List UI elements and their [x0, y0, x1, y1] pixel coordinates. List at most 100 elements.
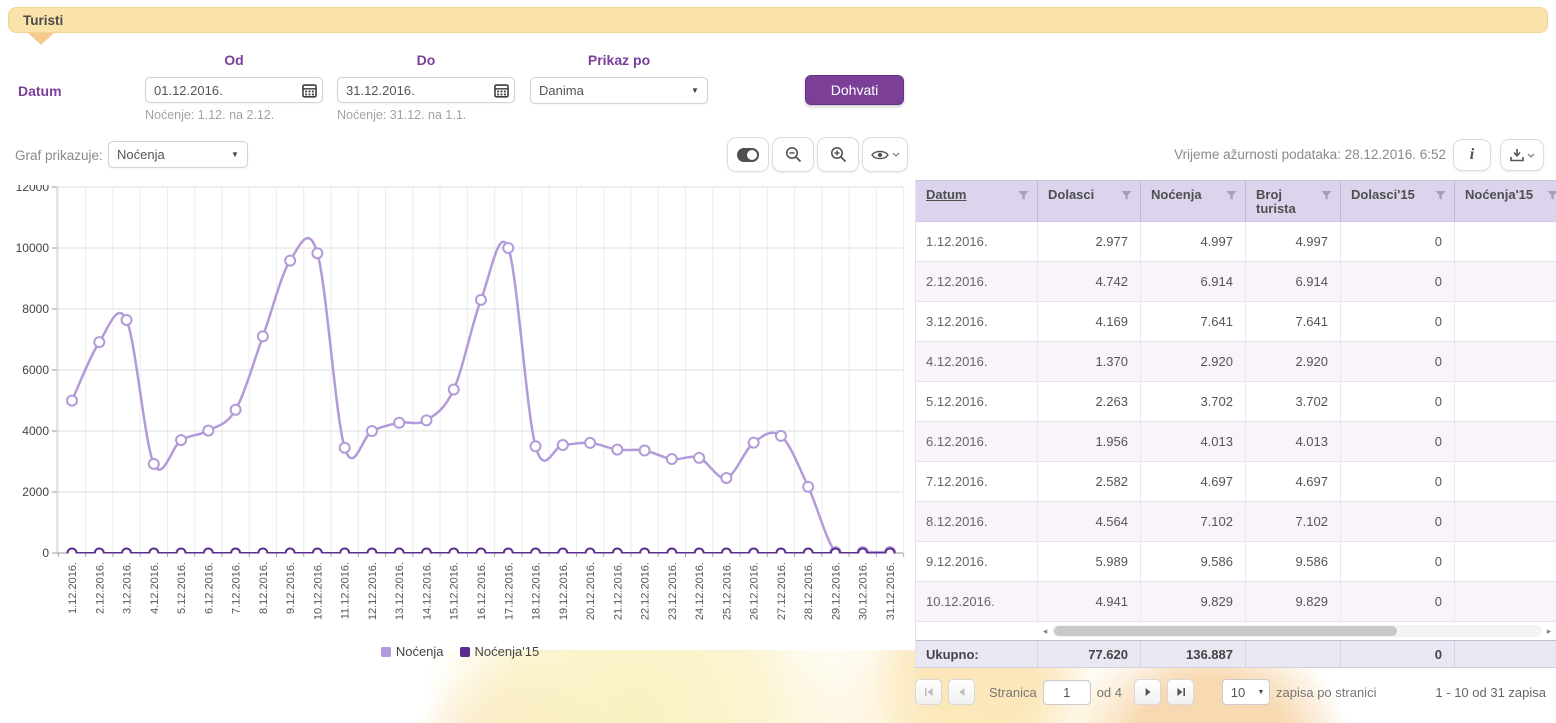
table-header: Datum Dolasci Noćenja Broj turista Dolasci'1…	[916, 180, 1556, 222]
scrollbar-track[interactable]	[1052, 625, 1542, 637]
date-from-field[interactable]: 01.12.2016.	[145, 77, 323, 103]
table-cell: 4.013	[1246, 422, 1341, 461]
column-header-4[interactable]: Dolasci'15	[1341, 181, 1455, 221]
table-cell: 4.997	[1141, 222, 1246, 261]
column-label[interactable]: Dolasci'15	[1351, 188, 1415, 221]
table-row[interactable]: 10.12.2016.4.9419.8299.8290	[916, 582, 1556, 622]
page-size-select[interactable]: 10 ▼	[1222, 679, 1270, 705]
table-cell: 0	[1341, 262, 1455, 301]
table-total-row: Ukupno:77.620136.8870	[916, 640, 1556, 668]
graf-prikazuje-label: Graf prikazuje:	[15, 148, 103, 163]
first-page-button[interactable]	[915, 679, 942, 705]
date-to-field[interactable]: 31.12.2016.	[337, 77, 515, 103]
column-label[interactable]: Datum	[926, 188, 966, 221]
table-cell: 7.12.2016.	[916, 462, 1038, 501]
chevron-down-icon	[892, 152, 900, 157]
filter-icon[interactable]	[1018, 190, 1029, 201]
column-header-5[interactable]: Noćenja'15	[1455, 181, 1556, 221]
column-header-2[interactable]: Noćenja	[1141, 181, 1246, 221]
tab-turisti[interactable]: Turisti	[8, 7, 1548, 33]
column-label[interactable]: Broj turista	[1256, 188, 1321, 221]
table-cell: 9.586	[1141, 542, 1246, 581]
date-to-value[interactable]: 31.12.2016.	[338, 83, 488, 98]
filter-icon[interactable]	[1226, 190, 1237, 201]
table-cell: 0	[1341, 382, 1455, 421]
visibility-menu-button[interactable]	[862, 137, 908, 172]
calendar-icon[interactable]	[488, 83, 514, 98]
table-cell: 4.12.2016.	[916, 342, 1038, 381]
filter-icon[interactable]	[1435, 190, 1446, 201]
calendar-icon[interactable]	[296, 83, 322, 98]
page-input[interactable]	[1043, 680, 1091, 705]
svg-text:10.12.2016.: 10.12.2016.	[312, 562, 324, 620]
column-label[interactable]: Noćenja	[1151, 188, 1202, 221]
table-row[interactable]: 7.12.2016.2.5824.6974.6970	[916, 462, 1556, 502]
zoom-out-icon	[785, 146, 802, 163]
svg-text:6000: 6000	[22, 363, 49, 377]
table-cell: 9.586	[1246, 542, 1341, 581]
table-row[interactable]: 9.12.2016.5.9899.5869.5860	[916, 542, 1556, 582]
filter-icon[interactable]	[1547, 190, 1556, 201]
legend-item-nocenja15[interactable]: Noćenja'15	[460, 644, 540, 659]
svg-text:4000: 4000	[22, 424, 49, 438]
table-row[interactable]: 6.12.2016.1.9564.0134.0130	[916, 422, 1556, 462]
scroll-left-icon[interactable]: ◂	[1038, 626, 1052, 637]
column-label[interactable]: Dolasci	[1048, 188, 1094, 221]
svg-text:25.12.2016.: 25.12.2016.	[721, 562, 733, 620]
table-cell: 3.702	[1141, 382, 1246, 421]
svg-text:7.12.2016.: 7.12.2016.	[231, 562, 243, 614]
table-cell: 3.702	[1246, 382, 1341, 421]
export-button[interactable]	[1500, 139, 1544, 171]
column-header-1[interactable]: Dolasci	[1038, 181, 1141, 221]
legend-item-nocenja[interactable]: Noćenja	[381, 644, 444, 659]
table-cell: 0	[1341, 582, 1455, 621]
svg-text:8000: 8000	[22, 302, 49, 316]
dohvati-button[interactable]: Dohvati	[805, 75, 904, 105]
filter-icon[interactable]	[1121, 190, 1132, 201]
table-row[interactable]: 2.12.2016.4.7426.9146.9140	[916, 262, 1556, 302]
last-page-button[interactable]	[1167, 679, 1194, 705]
zoom-out-button[interactable]	[772, 137, 814, 172]
scrollbar-thumb[interactable]	[1054, 626, 1397, 636]
table-row[interactable]: 3.12.2016.4.1697.6417.6410	[916, 302, 1556, 342]
graf-prikazuje-select[interactable]: Noćenja ▼	[108, 141, 248, 168]
table-cell: 5.989	[1038, 542, 1141, 581]
chart-toggle-button[interactable]	[727, 137, 769, 172]
zoom-in-icon	[830, 146, 847, 163]
scroll-right-icon[interactable]: ▸	[1542, 626, 1556, 637]
table-cell: 5.12.2016.	[916, 382, 1038, 421]
svg-text:0: 0	[42, 546, 49, 560]
table-row[interactable]: 1.12.2016.2.9774.9974.9970	[916, 222, 1556, 262]
column-label[interactable]: Noćenja'15	[1465, 188, 1533, 221]
datum-label: Datum	[18, 83, 62, 99]
svg-text:18.12.2016.: 18.12.2016.	[531, 562, 543, 620]
chevron-down-icon: ▼	[683, 86, 707, 95]
stranica-label: Stranica	[989, 685, 1037, 700]
table-row[interactable]: 5.12.2016.2.2633.7023.7020	[916, 382, 1556, 422]
table-cell	[1455, 422, 1556, 461]
total-label: Ukupno:	[916, 641, 1038, 667]
legend-swatch-light	[381, 647, 391, 657]
prikaz-po-select[interactable]: Danima ▼	[530, 77, 708, 104]
table-cell: 6.914	[1141, 262, 1246, 301]
horizontal-scrollbar[interactable]: ◂▸	[916, 622, 1556, 640]
tab-pointer-icon	[28, 33, 54, 45]
next-page-button[interactable]	[1134, 679, 1161, 705]
table-row[interactable]: 8.12.2016.4.5647.1027.1020	[916, 502, 1556, 542]
column-header-0[interactable]: Datum	[916, 181, 1038, 221]
table-row[interactable]: 4.12.2016.1.3702.9202.9200	[916, 342, 1556, 382]
table-cell	[1455, 262, 1556, 301]
svg-text:31.12.2016.: 31.12.2016.	[885, 562, 897, 620]
column-header-3[interactable]: Broj turista	[1246, 181, 1341, 221]
info-button[interactable]: i	[1453, 139, 1491, 171]
svg-text:14.12.2016.: 14.12.2016.	[421, 562, 433, 620]
date-from-value[interactable]: 01.12.2016.	[146, 83, 296, 98]
prev-page-button[interactable]	[948, 679, 975, 705]
table-cell: 2.263	[1038, 382, 1141, 421]
table-cell: 9.12.2016.	[916, 542, 1038, 581]
zoom-in-button[interactable]	[817, 137, 859, 172]
total-cell	[1455, 641, 1556, 667]
data-grid: Datum Dolasci Noćenja Broj turista Dolasci'1…	[915, 180, 1556, 668]
tab-label: Turisti	[23, 13, 63, 28]
filter-icon[interactable]	[1321, 190, 1332, 201]
